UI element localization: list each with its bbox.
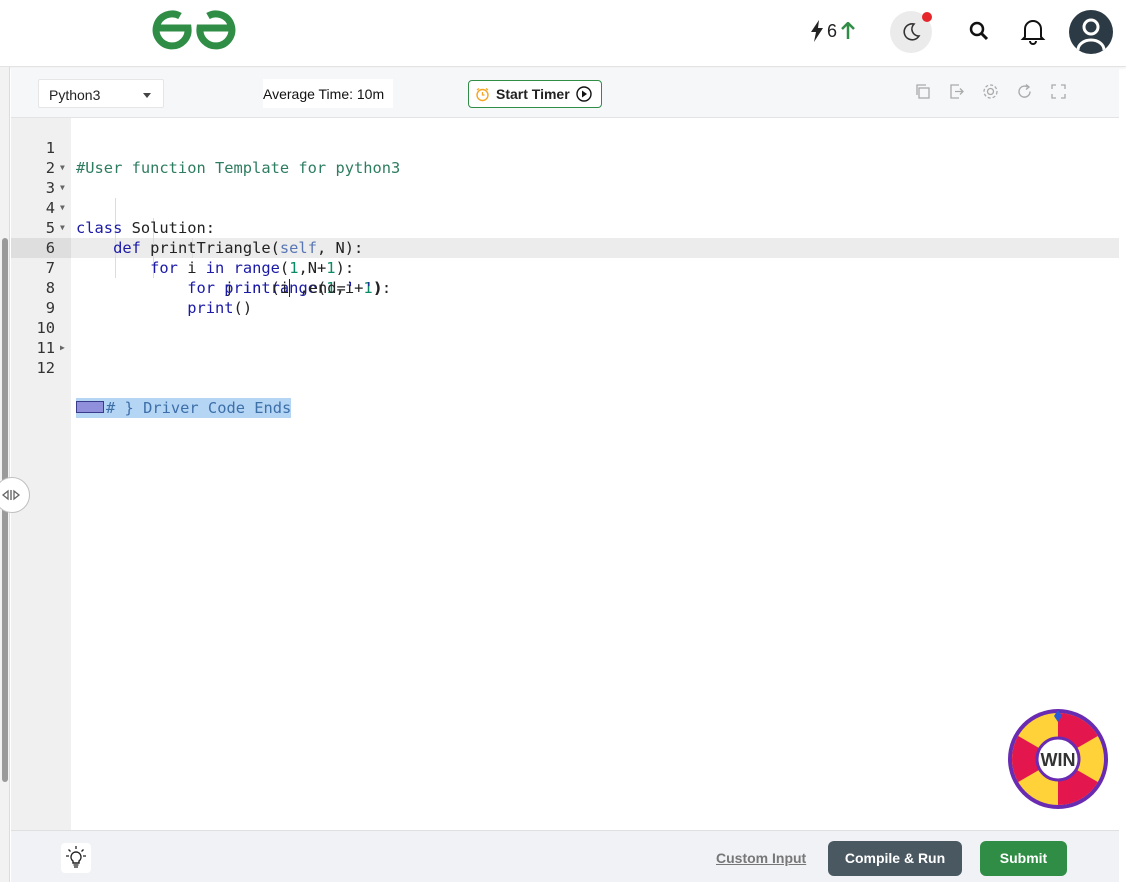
line-number: 12 [36, 359, 55, 377]
code-line: 6 ▼ for j in range(1,i+1): [11, 218, 1119, 297]
average-time: Average Time: 10m [263, 79, 393, 108]
code-line: 2 [11, 138, 1119, 177]
code-editor[interactable]: 1 #User function Template for python3 2 … [11, 118, 1119, 830]
submit-button[interactable]: Submit [980, 841, 1067, 876]
win-label: WIN [1041, 750, 1076, 770]
lightbulb-icon [66, 846, 86, 868]
editor-tool-icons [913, 82, 1068, 101]
code-line: 8 print() [11, 258, 1119, 317]
streak-counter[interactable]: 6 [810, 18, 856, 44]
user-icon [1076, 18, 1106, 51]
code-line: 7 print(i ,end=' ') [11, 238, 1119, 297]
code-line: 4 ▼ def printTriangle(self, N): [11, 178, 1119, 257]
fold-arrow-right-icon[interactable]: ▶ [60, 338, 65, 358]
lightning-bolt-icon [811, 20, 823, 42]
dark-mode-toggle[interactable] [890, 11, 932, 53]
code-line: 5 ▼ for i in range(1,N+1): [11, 198, 1119, 277]
fold-arrow-icon[interactable]: ▼ [60, 218, 65, 238]
settings-icon[interactable] [981, 82, 1000, 101]
moon-icon [903, 23, 921, 41]
code-line: 10 [11, 298, 1119, 337]
fold-arrow-icon[interactable]: ▼ [60, 198, 65, 218]
compile-run-button[interactable]: Compile & Run [828, 841, 962, 876]
alarm-clock-icon [476, 87, 489, 101]
fullscreen-icon[interactable] [1049, 82, 1068, 101]
import-icon[interactable] [947, 82, 966, 101]
chevron-down-icon [143, 93, 151, 98]
code-line: 1 #User function Template for python3 [11, 118, 1119, 177]
streak-count: 6 [827, 20, 838, 41]
play-icon [575, 86, 592, 102]
fold-arrow-icon[interactable]: ▼ [60, 178, 65, 198]
code-line: 12 ▶ # } Driver Code Ends [11, 338, 1119, 418]
code-line: 9 [11, 278, 1119, 317]
editor-bottom-bar: Custom Input Compile & Run Submit [11, 830, 1119, 882]
user-avatar[interactable] [1069, 10, 1113, 54]
resize-arrows-icon [1, 489, 21, 501]
editor-toolbar: Python3 Average Time: 10m Start Timer [11, 68, 1119, 118]
code-text: # } Driver Code Ends [76, 398, 292, 418]
arrow-up-icon [841, 22, 855, 39]
language-value: Python3 [49, 87, 101, 103]
fold-arrow-icon[interactable]: ▼ [60, 158, 65, 178]
copy-icon[interactable] [913, 82, 932, 101]
reset-icon[interactable] [1015, 82, 1034, 101]
bell-icon [1020, 20, 1046, 45]
search-button[interactable] [965, 17, 993, 45]
hint-button[interactable] [61, 843, 91, 873]
start-timer-label: Start Timer [496, 86, 570, 102]
search-icon [969, 21, 989, 41]
code-line: 3 ▼ class Solution: [11, 158, 1119, 237]
language-select[interactable]: Python3 [38, 79, 164, 108]
notifications-button[interactable] [1018, 15, 1048, 47]
code-line: 11 [11, 318, 1119, 357]
win-wheel-widget[interactable]: WIN [1007, 708, 1109, 810]
custom-input-link[interactable]: Custom Input [716, 850, 806, 866]
top-header: 6 [0, 0, 1126, 67]
folded-code-icon[interactable] [76, 401, 104, 413]
gfg-logo-icon[interactable] [150, 8, 238, 54]
start-timer-button[interactable]: Start Timer [468, 80, 602, 108]
notification-dot [922, 12, 932, 22]
